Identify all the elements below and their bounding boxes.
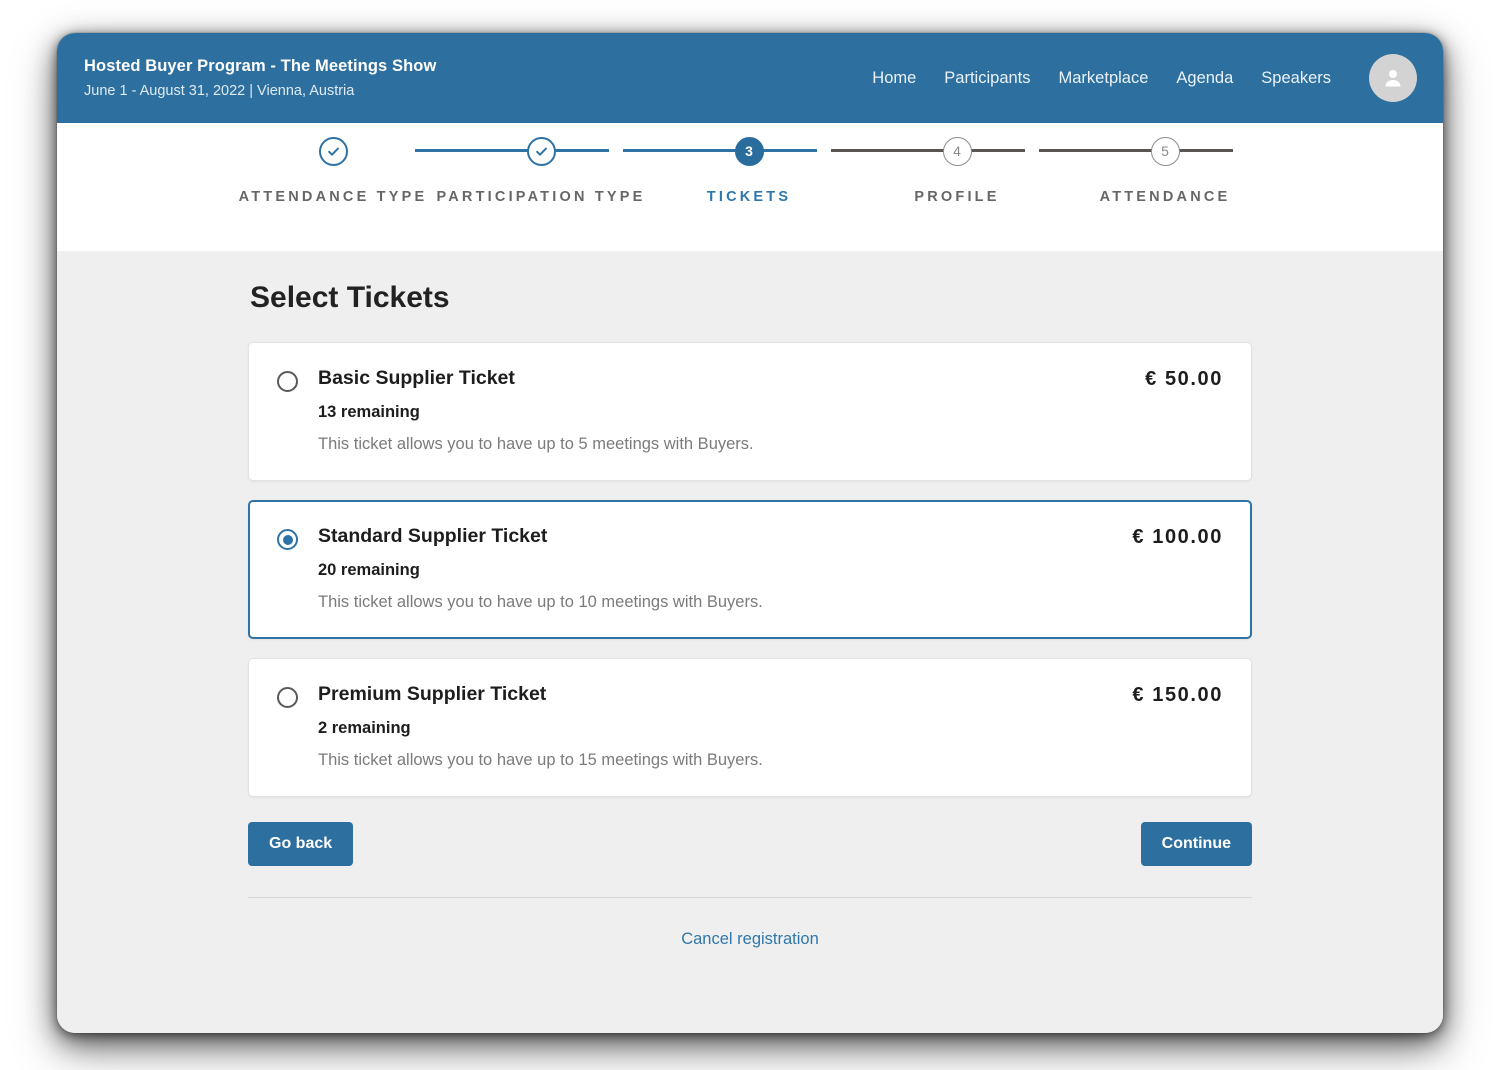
stepper-number-5: 5 <box>1150 136 1180 166</box>
check-glyph-icon <box>327 147 339 156</box>
ticket-row: Premium Supplier Ticket 2 remaining This… <box>277 683 1223 770</box>
stepper-step-tickets[interactable]: 3 TICKETS <box>639 123 859 208</box>
ticket-remaining: 2 remaining <box>318 719 411 737</box>
ticket-remaining: 20 remaining <box>318 561 420 579</box>
ticket-row: Standard Supplier Ticket 20 remaining Th… <box>277 525 1223 612</box>
nav-item-home[interactable]: Home <box>872 69 916 88</box>
stepper-circle-wrap-3: 3 <box>639 123 859 179</box>
stepper-label-1: ATTENDANCE TYPE <box>238 189 428 205</box>
stepper-circle-wrap-1 <box>223 123 443 179</box>
ticket-remaining: 13 remaining <box>318 403 420 421</box>
continue-button[interactable]: Continue <box>1140 822 1252 866</box>
ticket-price: € 100.00 <box>1132 526 1223 548</box>
stepper-step-profile[interactable]: 4 PROFILE <box>847 123 1067 208</box>
user-avatar-icon <box>1385 70 1401 87</box>
stepper-number-3: 3 <box>734 136 764 166</box>
ticket-description: This ticket allows you to have up to 5 m… <box>318 435 754 453</box>
content-area: Select Tickets Basic Supplier Ticket 13 … <box>57 251 1443 1033</box>
ticket-price: € 150.00 <box>1132 684 1223 706</box>
form-actions: Go back Continue <box>248 822 1252 866</box>
stepper-label-5: ATTENDANCE <box>1099 189 1231 205</box>
ticket-body: Standard Supplier Ticket 20 remaining Th… <box>318 525 1112 612</box>
stepper-step-attendance-type[interactable]: ATTENDANCE TYPE <box>223 123 443 208</box>
stepper-circle-wrap-2 <box>431 123 651 179</box>
ticket-option-standard[interactable]: Standard Supplier Ticket 20 remaining Th… <box>248 500 1252 639</box>
check-icon <box>526 136 556 166</box>
nav-item-speakers[interactable]: Speakers <box>1261 69 1331 88</box>
cancel-registration-link[interactable]: Cancel registration <box>681 930 819 948</box>
check-glyph-icon <box>535 147 547 156</box>
event-title: Hosted Buyer Program - The Meetings Show <box>84 57 437 76</box>
radio-button-standard[interactable] <box>277 529 298 550</box>
radio-button-premium[interactable] <box>277 687 298 708</box>
ticket-row: Basic Supplier Ticket 13 remaining This … <box>277 367 1223 454</box>
ticket-body: Premium Supplier Ticket 2 remaining This… <box>318 683 1112 770</box>
go-back-button[interactable]: Go back <box>248 822 354 866</box>
ticket-price: € 50.00 <box>1145 368 1223 390</box>
stepper-circle-wrap-4: 4 <box>847 123 1067 179</box>
stepper-track: ATTENDANCE TYPE PARTICIPATION TYPE 3 TIC… <box>57 123 1443 251</box>
check-icon <box>318 136 348 166</box>
stepper-label-3: TICKETS <box>706 189 792 205</box>
content-inner: Select Tickets Basic Supplier Ticket 13 … <box>248 281 1252 949</box>
ticket-description: This ticket allows you to have up to 15 … <box>318 751 763 769</box>
radio-button-basic[interactable] <box>277 371 298 392</box>
stepper-circle-wrap-5: 5 <box>1055 123 1275 179</box>
stepper-step-participation-type[interactable]: PARTICIPATION TYPE <box>431 123 651 208</box>
registration-stepper: ATTENDANCE TYPE PARTICIPATION TYPE 3 TIC… <box>57 123 1443 251</box>
nav-item-agenda[interactable]: Agenda <box>1176 69 1233 88</box>
avatar[interactable] <box>1369 54 1417 102</box>
app-header: Hosted Buyer Program - The Meetings Show… <box>57 33 1443 123</box>
stepper-label-4: PROFILE <box>914 189 1000 205</box>
ticket-name: Basic Supplier Ticket <box>318 367 515 389</box>
ticket-option-basic[interactable]: Basic Supplier Ticket 13 remaining This … <box>248 342 1252 481</box>
ticket-description: This ticket allows you to have up to 10 … <box>318 593 763 611</box>
ticket-name: Standard Supplier Ticket <box>318 525 548 547</box>
nav-item-marketplace[interactable]: Marketplace <box>1059 69 1149 88</box>
app-window: Hosted Buyer Program - The Meetings Show… <box>57 33 1443 1033</box>
stepper-step-attendance[interactable]: 5 ATTENDANCE <box>1055 123 1275 208</box>
ticket-body: Basic Supplier Ticket 13 remaining This … <box>318 367 1125 454</box>
page-title: Select Tickets <box>250 281 450 314</box>
event-dates-location: June 1 - August 31, 2022 | Vienna, Austr… <box>84 82 355 99</box>
cancel-registration-wrap: Cancel registration <box>248 898 1252 949</box>
screen: Hosted Buyer Program - The Meetings Show… <box>0 0 1500 1070</box>
ticket-option-premium[interactable]: Premium Supplier Ticket 2 remaining This… <box>248 658 1252 797</box>
main-nav: Home Participants Marketplace Agenda Spe… <box>872 54 1417 102</box>
nav-item-participants[interactable]: Participants <box>944 69 1030 88</box>
stepper-label-2: PARTICIPATION TYPE <box>436 189 646 205</box>
stepper-number-4: 4 <box>942 136 972 166</box>
brand: Hosted Buyer Program - The Meetings Show… <box>84 56 436 100</box>
ticket-name: Premium Supplier Ticket <box>318 683 547 705</box>
